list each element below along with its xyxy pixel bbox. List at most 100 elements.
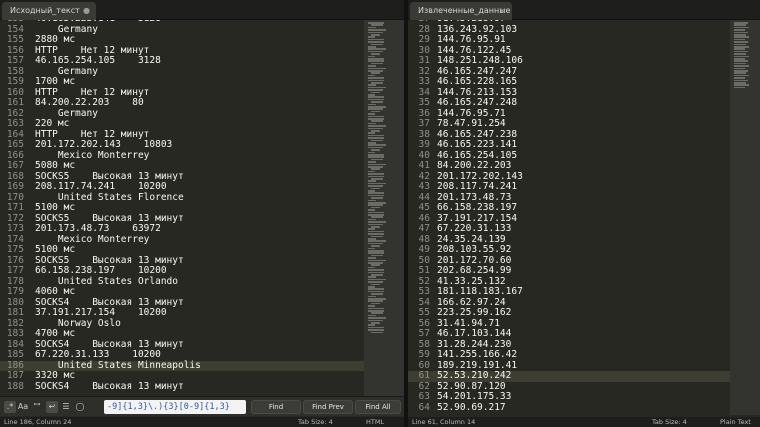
find-all-button[interactable]: Find All <box>355 400 401 414</box>
code-line[interactable]: 67.220.31.133 <box>437 223 511 235</box>
minimap-line <box>734 65 749 67</box>
minimap-line <box>371 24 383 26</box>
code-line[interactable]: 67.220.31.133 10200 <box>35 349 161 361</box>
left-tab-bar: Исходный_текст ● <box>0 0 404 20</box>
minimap-line <box>368 259 386 262</box>
code-line[interactable]: 5100 мс <box>35 202 75 214</box>
minimap-line <box>371 130 380 132</box>
minimap-line <box>368 175 384 178</box>
line-number: 169 <box>6 181 24 192</box>
line-number: 41 <box>418 160 430 171</box>
minimap-line <box>368 118 384 120</box>
right-code-area[interactable]: 2791.45.218.9728136.243.92.10329144.76.9… <box>408 20 730 415</box>
code-line[interactable]: 2880 мс <box>35 34 75 46</box>
code-line[interactable]: 78.47.91.254 <box>437 118 506 130</box>
code-line[interactable]: 5100 мс <box>35 244 75 256</box>
code-line[interactable]: 181.118.183.167 <box>437 286 523 298</box>
close-icon[interactable]: × <box>499 2 506 20</box>
tab-extracted-data[interactable]: Извлеченные_данные × <box>410 2 512 20</box>
minimap-line <box>368 288 384 290</box>
regex-toggle-icon[interactable]: .* <box>4 401 16 413</box>
highlight-matches-toggle-icon[interactable]: ◯ <box>74 401 86 413</box>
minimap-line <box>368 329 384 331</box>
minimap-line <box>368 36 375 38</box>
code-line[interactable]: 52.90.69.217 <box>437 402 506 414</box>
code-line[interactable]: 144.76.95.91 <box>437 34 506 46</box>
close-icon[interactable]: ● <box>83 2 90 20</box>
line-number: 161 <box>6 97 24 108</box>
find-prev-button[interactable]: Find Prev <box>303 400 353 414</box>
tab-size-setting[interactable]: Tab Size: 4 <box>298 417 333 427</box>
minimap-line <box>368 22 384 24</box>
find-button[interactable]: Find <box>251 400 301 414</box>
code-line[interactable]: 208.103.55.92 <box>437 244 511 256</box>
code-line[interactable]: 84.200.22.203 80 <box>35 97 144 109</box>
code-line[interactable]: 84.200.22.203 <box>437 160 511 172</box>
code-line[interactable]: 66.158.238.197 <box>437 202 517 214</box>
minimap-line <box>368 166 383 168</box>
code-line[interactable]: 202.68.254.99 <box>437 265 511 277</box>
minimap-line <box>368 242 383 245</box>
tab-size-setting[interactable]: Tab Size: 4 <box>652 417 687 427</box>
code-line[interactable]: 208.117.74.241 <box>437 181 517 193</box>
minimap-line <box>371 34 380 36</box>
code-line[interactable]: 66.158.238.197 10200 <box>35 265 167 277</box>
code-line[interactable]: 201.173.48.73 63972 <box>35 223 161 235</box>
code-line[interactable]: 46.165.223.141 <box>437 139 517 151</box>
line-number: 47 <box>418 223 430 234</box>
code-line[interactable]: 208.117.74.241 10200 <box>35 181 167 193</box>
wrap-toggle-icon[interactable]: ↩ <box>46 401 58 413</box>
code-line[interactable]: SOCKS4 Высокая 13 минут <box>35 381 184 393</box>
right-editor-pane[interactable]: Извлеченные_данные × 2791.45.218.9728136… <box>408 0 760 427</box>
code-line[interactable]: 141.255.166.42 <box>437 349 517 361</box>
syntax-setting[interactable]: HTML <box>366 417 384 427</box>
code-line[interactable]: 54.201.175.33 <box>437 391 511 403</box>
minimap-line <box>368 305 375 307</box>
code-line[interactable]: 4700 мс <box>35 328 75 340</box>
code-line[interactable]: 5080 мс <box>35 160 75 172</box>
in-selection-toggle-icon[interactable]: ☰ <box>60 401 72 413</box>
code-line[interactable]: 3320 мс <box>35 370 75 382</box>
minimap-line <box>368 307 384 310</box>
right-minimap[interactable] <box>730 20 760 415</box>
minimap-line <box>734 36 749 38</box>
code-line[interactable]: 52.53.210.242 <box>437 370 511 382</box>
minimap-line <box>368 108 383 110</box>
code-line[interactable]: 220 мс <box>35 118 69 130</box>
minimap-line <box>368 300 383 302</box>
minimap-line <box>368 266 375 269</box>
minimap-line <box>368 132 375 134</box>
left-minimap[interactable] <box>364 20 404 396</box>
line-number: 188 <box>6 380 24 392</box>
tab-source-text[interactable]: Исходный_текст ● <box>2 2 96 20</box>
minimap-line <box>368 180 376 182</box>
left-editor-pane[interactable]: Исходный_текст ● 15346.165.223.141 31281… <box>0 0 404 427</box>
find-input[interactable]: -9]{1,3}\.){3}[0-9]{1,3} <box>104 400 246 414</box>
minimap-line <box>368 324 375 326</box>
syntax-setting[interactable]: Plain Text <box>720 417 751 427</box>
minimap-line <box>371 254 383 257</box>
whole-word-toggle-icon[interactable]: "" <box>31 401 43 413</box>
code-line[interactable]: 148.251.248.106 <box>437 55 523 67</box>
code-line[interactable]: 1700 мс <box>35 76 75 88</box>
code-line[interactable]: 4060 мс <box>35 286 75 298</box>
minimap-line <box>368 204 383 206</box>
minimap-line <box>734 67 745 70</box>
code-line[interactable]: 46.17.103.144 <box>437 328 511 340</box>
tab-title: Исходный_текст <box>10 6 80 15</box>
minimap-line <box>734 70 748 72</box>
line-number: 45 <box>418 202 430 213</box>
minimap-line <box>734 74 749 77</box>
case-sensitive-toggle-icon[interactable]: Aa <box>17 401 29 413</box>
code-line[interactable]: 223.25.99.162 <box>437 307 511 319</box>
minimap-line <box>368 115 384 118</box>
minimap-line <box>371 149 380 151</box>
code-line[interactable]: 46.165.228.165 <box>437 76 517 88</box>
code-line[interactable]: 201.172.202.143 10803 <box>35 139 172 151</box>
code-line[interactable]: 37.191.217.154 10200 <box>35 307 167 319</box>
line-number: 183 <box>6 328 24 339</box>
line-number: 29 <box>418 34 430 45</box>
code-line[interactable]: 46.165.247.248 <box>437 97 517 109</box>
left-code-area[interactable]: 15346.165.223.141 3128154 Germany1552880… <box>0 20 364 396</box>
code-line[interactable]: 46.165.254.105 3128 <box>35 55 161 67</box>
